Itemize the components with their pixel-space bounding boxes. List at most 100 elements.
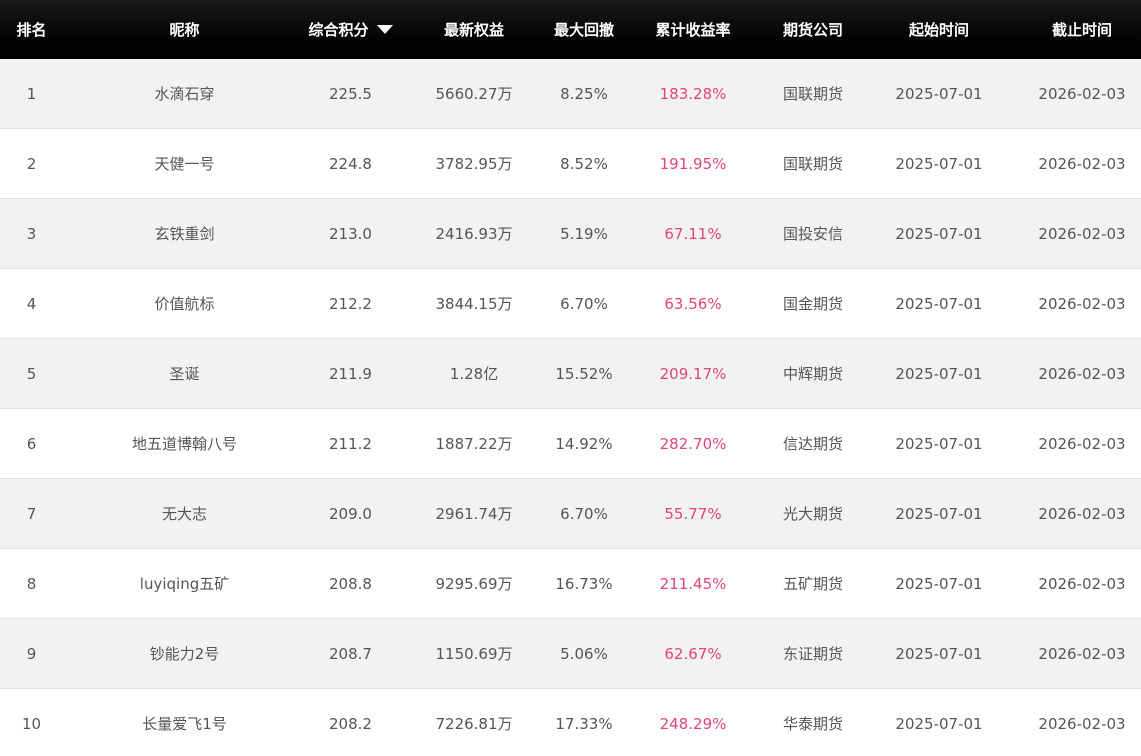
cell-equity: 5660.27万 [395, 59, 553, 129]
cell-nickname: 玄铁重剑 [63, 198, 306, 269]
cell-company: 国金期货 [771, 268, 855, 339]
table-row[interactable]: 4 价值航标 212.2 3844.15万 6.70% 63.56% 国金期货 2025-07… [0, 268, 1141, 339]
cell-rank: 9 [0, 618, 63, 689]
cell-return: 211.45% [615, 548, 771, 619]
cell-nickname: luyiqing五矿 [63, 548, 306, 619]
cell-score: 212.2 [306, 268, 395, 339]
cell-equity: 7226.81万 [435, 715, 513, 733]
cell-end-date: 2026-02-03 [1023, 268, 1141, 339]
header-row: 排名 昵称 综合积分 最新权益 最大回撤 累计收益率 期货公司 起始时间 截止时… [0, 0, 1141, 59]
table-row[interactable]: 1 水滴石穿 225.5 5660.27万 8.25% 183.28% 国联期货 2025-0… [0, 59, 1141, 129]
cell-end-date: 2026-02-03 [1023, 618, 1141, 689]
cell-end-date: 2026-02-03 [1023, 478, 1141, 549]
cell-equity: 3844.15万 [395, 268, 553, 339]
cell-score: 208.7 [306, 618, 395, 689]
header-score-label: 综合积分 [308, 21, 369, 39]
cell-nickname: 钞能力2号 [63, 618, 306, 689]
cell-return: 191.95% [615, 128, 771, 199]
cell-drawdown: 16.73% [553, 548, 615, 619]
cell-company: 中辉期货 [771, 338, 855, 409]
table-row[interactable]: 6 地五道博翰八号 211.2 1887.22万 14.92% 282.70% 信达期货 20… [0, 408, 1141, 479]
cell-rank: 5 [0, 338, 63, 409]
cell-end-date: 2026-02-03 [1038, 714, 1126, 733]
cell-nickname: 无大志 [63, 478, 306, 549]
cell-start-date: 2025-07-01 [855, 408, 1023, 479]
cell-start-date: 2025-07-01 [855, 268, 1023, 339]
cell-return: 209.17% [615, 338, 771, 409]
cell-end-date: 2026-02-03 [1023, 128, 1141, 199]
table-row[interactable]: 9 钞能力2号 208.7 1150.69万 5.06% 62.67% 东证期货 2025-0… [0, 618, 1141, 689]
cell-return: 282.70% [615, 408, 771, 479]
cell-return: 63.56% [615, 268, 771, 339]
cell-equity: 1150.69万 [395, 618, 553, 689]
cell-nickname: 水滴石穿 [63, 59, 306, 129]
cell-rank: 10 [21, 714, 42, 733]
cell-drawdown: 14.92% [553, 408, 615, 479]
table-row[interactable]: 7 无大志 209.0 2961.74万 6.70% 55.77% 光大期货 2025-07-… [0, 478, 1141, 549]
cell-score: 211.2 [306, 408, 395, 479]
cell-drawdown: 5.19% [553, 198, 615, 269]
table-row[interactable]: 8 luyiqing五矿 208.8 9295.69万 16.73% 211.45% 五矿期… [0, 548, 1141, 619]
cell-company: 东证期货 [771, 618, 855, 689]
cell-company: 国联期货 [771, 59, 855, 129]
cell-company: 华泰期货 [782, 715, 843, 733]
cell-drawdown: 5.06% [553, 618, 615, 689]
ranking-table: 排名 昵称 综合积分 最新权益 最大回撤 累计收益率 期货公司 起始时间 截止时… [0, 0, 1141, 756]
cell-end-date: 2026-02-03 [1023, 548, 1141, 619]
cell-end-date: 2026-02-03 [1023, 408, 1141, 479]
table-row[interactable]: 10 长量爱飞1号 208.2 7226.81万 17.33% 248.29% 华泰期货 20… [0, 688, 1141, 756]
table-row[interactable]: 5 圣诞 211.9 1.28亿 15.52% 209.17% 中辉期货 2025-07-01… [0, 338, 1141, 409]
cell-start-date: 2025-07-01 [855, 548, 1023, 619]
cell-company: 五矿期货 [771, 548, 855, 619]
cell-equity: 9295.69万 [395, 548, 553, 619]
cell-return: 62.67% [615, 618, 771, 689]
cell-drawdown: 6.70% [553, 268, 615, 339]
cell-company: 光大期货 [771, 478, 855, 549]
cell-rank: 2 [0, 128, 63, 199]
cell-start-date: 2025-07-01 [855, 338, 1023, 409]
cell-rank: 6 [0, 408, 63, 479]
cell-company: 国投安信 [771, 198, 855, 269]
cell-equity: 1.28亿 [395, 338, 553, 409]
cell-start-date: 2025-07-01 [855, 59, 1023, 129]
cell-drawdown: 17.33% [555, 714, 613, 733]
table-body: 1 水滴石穿 225.5 5660.27万 8.25% 183.28% 国联期货 2025-0… [0, 59, 1141, 756]
cell-score: 225.5 [306, 59, 395, 129]
cell-rank: 4 [0, 268, 63, 339]
table-row[interactable]: 2 天健一号 224.8 3782.95万 8.52% 191.95% 国联期货 2025-0… [0, 128, 1141, 199]
cell-end-date: 2026-02-03 [1023, 338, 1141, 409]
cell-score: 208.2 [329, 714, 372, 733]
cell-rank: 7 [0, 478, 63, 549]
cell-score: 213.0 [306, 198, 395, 269]
cell-score: 209.0 [306, 478, 395, 549]
cell-start-date: 2025-07-01 [855, 618, 1023, 689]
table-row[interactable]: 3 玄铁重剑 213.0 2416.93万 5.19% 67.11% 国投安信 2025-07… [0, 198, 1141, 269]
header-name: 昵称 [169, 21, 200, 39]
cell-nickname: 长量爱飞1号 [142, 715, 227, 733]
header-score-sort[interactable]: 综合积分 [306, 0, 395, 59]
cell-end-date: 2026-02-03 [1023, 198, 1141, 269]
cell-nickname: 价值航标 [63, 268, 306, 339]
header-rank: 排名 [16, 21, 47, 39]
cell-company: 国联期货 [771, 128, 855, 199]
table-header: 排名 昵称 综合积分 最新权益 最大回撤 累计收益率 期货公司 起始时间 截止时… [0, 0, 1141, 59]
cell-rank: 1 [0, 59, 63, 129]
cell-equity: 2961.74万 [395, 478, 553, 549]
cell-score: 208.8 [306, 548, 395, 619]
cell-rank: 8 [0, 548, 63, 619]
cell-start-date: 2025-07-01 [895, 714, 983, 733]
cell-drawdown: 8.25% [553, 59, 615, 129]
cell-return: 248.29% [659, 714, 727, 733]
cell-company: 信达期货 [771, 408, 855, 479]
cell-drawdown: 8.52% [553, 128, 615, 199]
header-drawdown: 最大回撤 [553, 21, 614, 39]
cell-nickname: 地五道博翰八号 [63, 408, 306, 479]
header-return: 累计收益率 [655, 21, 731, 39]
cell-return: 67.11% [615, 198, 771, 269]
cell-start-date: 2025-07-01 [855, 128, 1023, 199]
cell-equity: 3782.95万 [395, 128, 553, 199]
cell-return: 183.28% [615, 59, 771, 129]
header-company: 期货公司 [782, 21, 843, 39]
cell-nickname: 天健一号 [63, 128, 306, 199]
cell-return: 55.77% [615, 478, 771, 549]
